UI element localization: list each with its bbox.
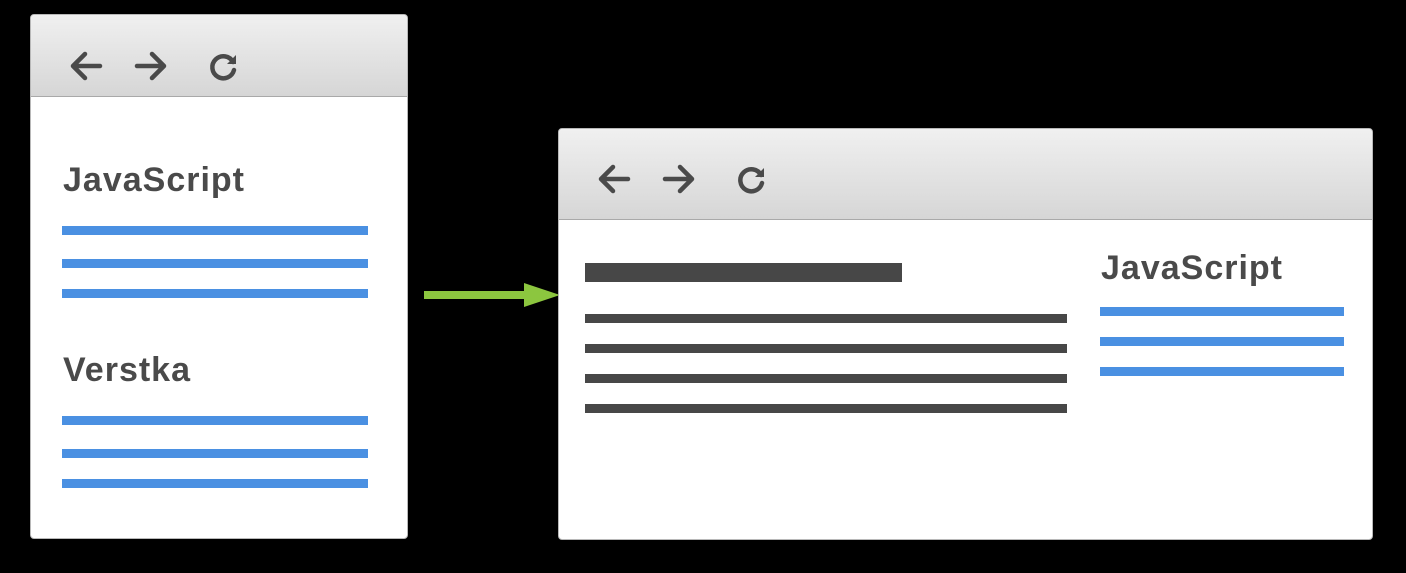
sidebar-heading-javascript: JavaScript	[1101, 249, 1283, 287]
reload-icon[interactable]	[203, 46, 243, 86]
text-line	[62, 226, 368, 235]
reload-icon[interactable]	[731, 159, 771, 199]
content-title-bar	[585, 263, 902, 282]
back-arrow-icon[interactable]	[66, 46, 106, 86]
toolbar	[559, 129, 1372, 220]
back-arrow-icon[interactable]	[594, 159, 634, 199]
section-heading-javascript: JavaScript	[63, 161, 245, 199]
content-line	[585, 374, 1067, 383]
text-line	[62, 416, 368, 425]
text-line	[62, 289, 368, 298]
content-line	[585, 314, 1067, 323]
right-browser-window: JavaScript	[558, 128, 1373, 540]
section-heading-verstka: Verstka	[63, 351, 191, 389]
left-browser-window: JavaScript Verstka	[30, 14, 408, 539]
transform-arrow	[424, 283, 560, 307]
forward-arrow-icon[interactable]	[659, 159, 699, 199]
sidebar-line	[1100, 367, 1344, 376]
content-line	[585, 404, 1067, 413]
text-line	[62, 479, 368, 488]
sidebar-line	[1100, 337, 1344, 346]
toolbar	[31, 15, 407, 97]
sidebar-line	[1100, 307, 1344, 316]
text-line	[62, 449, 368, 458]
text-line	[62, 259, 368, 268]
forward-arrow-icon[interactable]	[131, 46, 171, 86]
content-line	[585, 344, 1067, 353]
